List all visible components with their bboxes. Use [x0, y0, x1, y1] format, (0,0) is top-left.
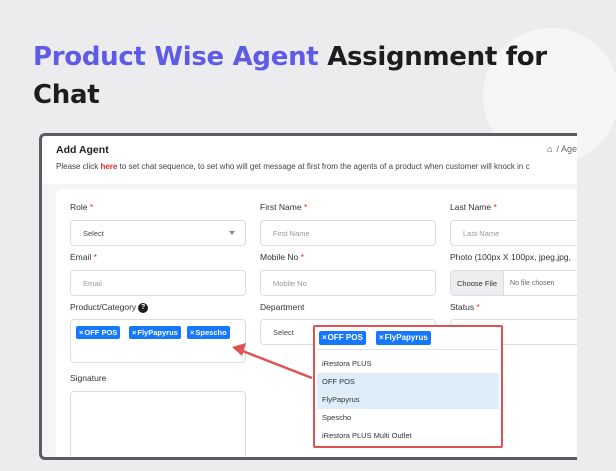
notice-suffix: to set chat sequence, to set who will ge… [117, 162, 530, 171]
email-placeholder: Email [83, 278, 102, 288]
tag-label: FlyPapyrus [137, 328, 178, 337]
notice-prefix: Please click [56, 162, 101, 171]
signature-textarea[interactable] [70, 391, 246, 457]
product-dropdown-popup: ×OFF POS ×FlyPapyrus iRestora PLUS OFF P… [313, 325, 503, 448]
tag-off-pos[interactable]: ×OFF POS [319, 331, 366, 345]
email-input[interactable]: Email [70, 270, 246, 296]
tag-label: FlyPapyrus [384, 333, 428, 342]
x-icon[interactable]: × [190, 328, 194, 337]
first-name-placeholder: First Name [273, 228, 310, 238]
info-notice: Please click here to set chat sequence, … [56, 162, 530, 171]
last-name-placeholder: Last Name [463, 228, 500, 238]
mobile-label: Mobile No * [260, 252, 304, 262]
required-mark: * [476, 302, 480, 312]
question-circle-icon[interactable]: ? [138, 302, 149, 313]
mobile-label-text: Mobile No [260, 252, 299, 262]
x-icon[interactable]: × [79, 328, 83, 337]
file-status: No file chosen [510, 279, 555, 287]
page-headline: Product Wise Agent Assignment for Chat [33, 38, 553, 114]
department-label: Department [260, 302, 305, 312]
role-label: Role * [70, 202, 93, 212]
x-icon[interactable]: × [322, 333, 327, 342]
product-category-multiselect[interactable]: ×OFF POS ×FlyPapyrus ×Spescho [70, 319, 246, 363]
dropdown-option[interactable]: OFF POS [317, 373, 499, 391]
email-label-text: Email [70, 252, 92, 262]
tag-off-pos[interactable]: ×OFF POS [76, 326, 121, 339]
page-header: Add Agent ⌂ / Age Please click here to se… [42, 136, 577, 184]
email-label: Email * [70, 252, 97, 262]
last-name-label-text: Last Name [450, 202, 492, 212]
role-select-value: Select [83, 228, 104, 238]
dropdown-option[interactable]: FlyPapyrus [317, 391, 499, 409]
divider [317, 349, 499, 350]
required-mark: * [93, 252, 97, 262]
status-label: Status * [450, 302, 480, 312]
breadcrumb-text: / Age [556, 144, 577, 154]
x-icon[interactable]: × [132, 328, 136, 337]
first-name-label-text: First Name [260, 202, 302, 212]
page-title: Add Agent [56, 144, 109, 156]
dropdown-option[interactable]: iRestora PLUS [317, 355, 499, 373]
product-category-label-text: Product/Category [70, 302, 137, 312]
photo-label: Photo (100px X 100px, jpeg,jpg, [450, 252, 571, 262]
required-mark: * [303, 202, 308, 212]
department-select-value: Select [273, 327, 294, 337]
tag-label: OFF POS [84, 328, 118, 337]
headline-accent: Product Wise Agent [33, 42, 319, 72]
required-mark: * [493, 202, 497, 212]
first-name-input[interactable]: First Name [260, 220, 436, 246]
breadcrumb: ⌂ / Age [547, 144, 577, 154]
dropdown-option[interactable]: iRestora PLUS Multi Outlet [317, 427, 499, 445]
first-name-label: First Name * [260, 202, 307, 212]
mobile-input[interactable]: Mobile No [260, 270, 436, 296]
photo-file-input[interactable]: Choose File No file chosen [450, 270, 577, 296]
tag-spescho[interactable]: ×Spescho [187, 326, 230, 339]
required-mark: * [300, 252, 304, 262]
x-icon[interactable]: × [379, 333, 384, 342]
tag-flypapyrus[interactable]: ×FlyPapyrus [129, 326, 181, 339]
product-category-label: Product/Category? [70, 302, 149, 313]
required-mark: * [89, 202, 94, 212]
tag-flypapyrus[interactable]: ×FlyPapyrus [376, 331, 431, 345]
role-select[interactable]: Select [70, 220, 246, 246]
choose-file-button[interactable]: Choose File [451, 271, 505, 295]
dropdown-option[interactable]: Spescho [317, 409, 499, 427]
mobile-placeholder: Mobile No [273, 278, 307, 288]
chevron-down-icon [229, 231, 235, 235]
last-name-input[interactable]: Last Name [450, 220, 577, 246]
home-icon[interactable]: ⌂ [547, 144, 552, 154]
tag-label: Spescho [195, 328, 227, 337]
status-label-text: Status [450, 302, 475, 312]
signature-label: Signature [70, 373, 107, 383]
role-label-text: Role [70, 202, 88, 212]
last-name-label: Last Name * [450, 202, 497, 212]
tag-label: OFF POS [327, 333, 363, 342]
notice-link[interactable]: here [100, 162, 117, 171]
